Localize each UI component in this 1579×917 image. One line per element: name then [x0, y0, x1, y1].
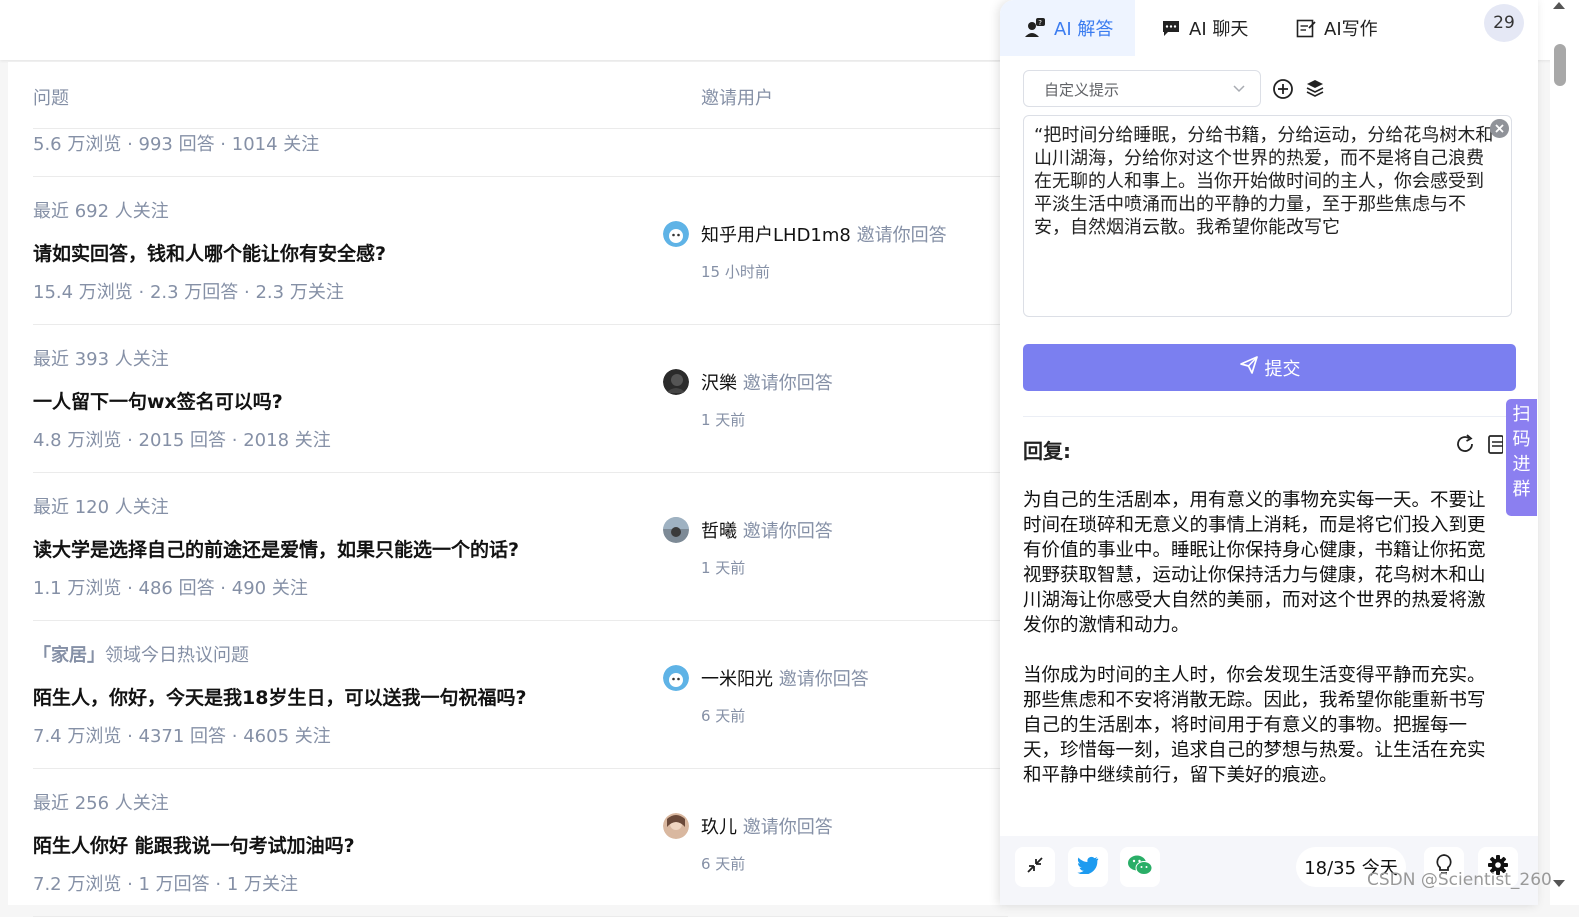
prompt-textarea[interactable]: “把时间分给睡眠，分给书籍，分给运动，分给花鸟树木和山川湖海，分给你对这个世界的…	[1023, 115, 1512, 317]
question-list: 问题 邀请用户 5.6 万浏览 · 993 回答 · 1014 关注 最近 69…	[8, 62, 1008, 917]
reply-paragraph: 为自己的生活剧本，用有意义的事物充实每一天。不要让时间在琐碎和无意义的事情上消耗…	[1023, 490, 1486, 636]
prompt-select[interactable]: 自定义提示	[1023, 70, 1261, 107]
layers-icon[interactable]	[1305, 78, 1325, 102]
invite-time: 6 天前	[701, 707, 746, 725]
tab-ai-write[interactable]: AI写作	[1272, 0, 1378, 56]
list-item-partial: 5.6 万浏览 · 993 回答 · 1014 关注	[33, 130, 1008, 177]
list-item: 最近 256 人关注 陌生人你好 能跟我说一句考试加油吗? 7.2 万浏览 · …	[33, 769, 1008, 917]
submit-label: 提交	[1264, 358, 1301, 380]
list-item: 最近 120 人关注 读大学是选择自己的前途还是爱情，如果只能选一个的话? 1.…	[33, 473, 1008, 621]
question-stats: 5.6 万浏览 · 993 回答 · 1014 关注	[33, 134, 320, 155]
question-reason: 最近 256 人关注	[33, 793, 169, 814]
chat-icon	[1161, 19, 1181, 37]
invite-time: 1 天前	[701, 559, 746, 577]
tab-label: AI 聊天	[1189, 19, 1249, 40]
table-header: 问题 邀请用户	[33, 84, 1008, 129]
scroll-down-icon[interactable]	[1553, 880, 1565, 887]
inviter: 一米阳光 邀请你回答	[701, 665, 869, 691]
collapse-button[interactable]	[1015, 847, 1055, 887]
inviter-name[interactable]: 沢樂	[701, 373, 737, 394]
question-title[interactable]: 陌生人你好 能跟我说一句考试加油吗?	[33, 831, 355, 858]
question-reason: 最近 120 人关注	[33, 497, 169, 518]
question-title[interactable]: 陌生人，你好，今天是我18岁生日，可以送我一句祝福吗?	[33, 683, 526, 710]
refresh-icon[interactable]	[1454, 433, 1476, 459]
avatar[interactable]	[663, 517, 689, 543]
inviter: 知乎用户LHD1m8 邀请你回答	[701, 221, 947, 247]
remaining-count-badge[interactable]: 29	[1484, 4, 1524, 42]
chevron-down-icon	[1232, 81, 1246, 99]
send-icon	[1239, 355, 1259, 380]
scrollbar-thumb[interactable]	[1554, 44, 1566, 86]
svg-text:?: ?	[1038, 19, 1042, 27]
avatar[interactable]	[663, 665, 689, 691]
panel-tabs: ? AI 解答 AI 聊天 AI写作 29	[1000, 0, 1538, 56]
inviter: 玖儿 邀请你回答	[701, 813, 833, 839]
question-stats: 4.8 万浏览 · 2015 回答 · 2018 关注	[33, 430, 331, 451]
invite-text: 邀请你回答	[856, 225, 947, 246]
ai-assistant-panel: ? AI 解答 AI 聊天 AI写作 29 自定义提示 “把时间分给睡眠，分给书…	[1000, 0, 1538, 905]
ai-answer-icon: ?	[1024, 17, 1046, 39]
watermark: CSDN @Scientist_260	[1367, 870, 1552, 890]
divider	[1023, 416, 1516, 417]
question-stats: 1.1 万浏览 · 486 回答 · 490 关注	[33, 578, 308, 599]
wechat-button[interactable]	[1120, 847, 1160, 887]
collapse-icon	[1025, 855, 1045, 879]
tab-label: AI写作	[1324, 19, 1378, 40]
column-header-question: 问题	[33, 88, 69, 109]
list-item: 最近 393 人关注 一人留下一句wx签名可以吗? 4.8 万浏览 · 2015…	[33, 325, 1008, 473]
submit-button[interactable]: 提交	[1023, 344, 1516, 391]
question-stats: 7.2 万浏览 · 1 万回答 · 1 万关注	[33, 874, 299, 895]
wechat-icon	[1127, 854, 1153, 880]
avatar[interactable]	[663, 813, 689, 839]
question-title[interactable]: 读大学是选择自己的前途还是爱情，如果只能选一个的话?	[33, 535, 519, 562]
page-scrollbar[interactable]	[1550, 0, 1579, 905]
invite-text: 邀请你回答	[778, 669, 869, 690]
question-reason: 最近 393 人关注	[33, 349, 169, 370]
domain-tag[interactable]: 「家居」	[33, 645, 105, 666]
add-prompt-icon[interactable]	[1272, 78, 1294, 104]
avatar[interactable]	[663, 221, 689, 247]
reply-heading: 回复:	[1023, 439, 1071, 463]
inviter-name[interactable]: 知乎用户LHD1m8	[701, 225, 851, 246]
question-title[interactable]: 一人留下一句wx签名可以吗?	[33, 387, 283, 414]
qr-join-group-tab[interactable]: 扫码进群	[1506, 399, 1537, 516]
invite-time: 1 天前	[701, 411, 746, 429]
column-header-inviter: 邀请用户	[701, 88, 773, 109]
twitter-button[interactable]	[1068, 847, 1108, 887]
inviter-name[interactable]: 玖儿	[701, 817, 737, 838]
invite-time: 15 小时前	[701, 263, 770, 281]
prompt-select-value: 自定义提示	[1044, 81, 1120, 99]
list-item: 「家居」领域今日热议问题 陌生人，你好，今天是我18岁生日，可以送我一句祝福吗?…	[33, 621, 1008, 769]
clear-icon[interactable]	[1490, 119, 1509, 138]
tab-ai-answer[interactable]: ? AI 解答	[1000, 0, 1135, 56]
inviter-name[interactable]: 哲曦	[701, 521, 737, 542]
twitter-icon	[1077, 856, 1099, 878]
avatar[interactable]	[663, 369, 689, 395]
inviter: 哲曦 邀请你回答	[701, 517, 833, 543]
invite-time: 6 天前	[701, 855, 746, 873]
invite-text: 邀请你回答	[742, 373, 833, 394]
invite-text: 邀请你回答	[742, 817, 833, 838]
question-reason: 最近 692 人关注	[33, 201, 169, 222]
list-item: 最近 692 人关注 请如实回答，钱和人哪个能让你有安全感? 15.4 万浏览 …	[33, 177, 1008, 325]
invite-text: 邀请你回答	[742, 521, 833, 542]
tab-label: AI 解答	[1054, 19, 1114, 40]
question-stats: 15.4 万浏览 · 2.3 万回答 · 2.3 万关注	[33, 282, 344, 303]
inviter-name[interactable]: 一米阳光	[701, 669, 773, 690]
write-icon	[1296, 18, 1316, 38]
copy-icon[interactable]	[1487, 433, 1504, 459]
question-stats: 7.4 万浏览 · 4371 回答 · 4605 关注	[33, 726, 331, 747]
question-title[interactable]: 请如实回答，钱和人哪个能让你有安全感?	[33, 239, 386, 266]
inviter: 沢樂 邀请你回答	[701, 369, 833, 395]
question-reason: 「家居」领域今日热议问题	[33, 645, 249, 666]
reply-content: 为自己的生活剧本，用有意义的事物充实每一天。不要让时间在琐碎和无意义的事情上消耗…	[1023, 488, 1499, 813]
reply-paragraph: 当你成为时间的主人时，你会发现生活变得平静而充实。那些焦虑和不安将消散无踪。因此…	[1023, 665, 1486, 786]
tab-ai-chat[interactable]: AI 聊天	[1137, 0, 1248, 56]
scroll-up-icon[interactable]	[1553, 2, 1565, 9]
